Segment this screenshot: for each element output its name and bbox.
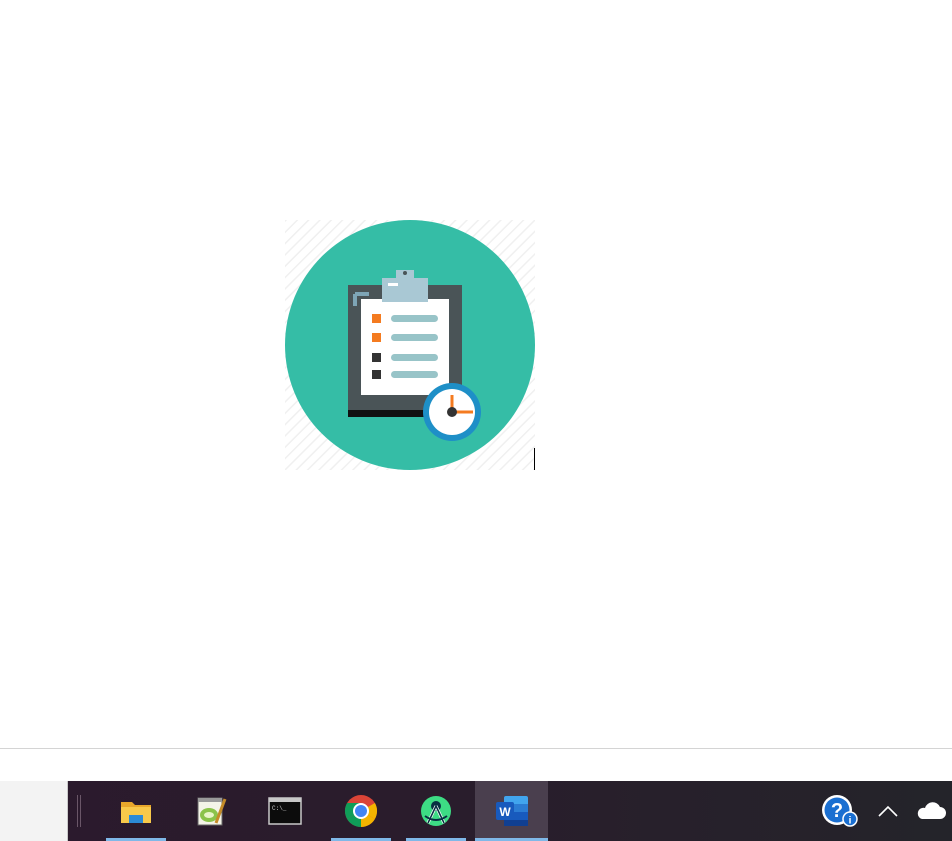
terminal-glyph: C:\_ [272, 805, 287, 812]
android-studio-icon [421, 796, 451, 826]
tray-overflow-button[interactable] [866, 781, 910, 841]
word-status-bar [0, 748, 952, 782]
help-info-icon: ? i [822, 795, 858, 827]
notepad-plus-icon [197, 797, 227, 826]
terminal-icon: C:\_ [268, 797, 302, 825]
tray-onedrive-button[interactable] [914, 781, 952, 841]
taskbar-word[interactable]: W [475, 781, 548, 841]
windows-taskbar: C:\_ W ? i [0, 781, 952, 841]
chevron-up-icon [878, 805, 898, 817]
taskbar-file-explorer[interactable] [106, 781, 166, 841]
taskbar-search-box[interactable] [0, 781, 68, 841]
word-icon: W [495, 796, 528, 826]
taskbar-android-studio[interactable] [406, 781, 466, 841]
taskbar-chrome[interactable] [331, 781, 391, 841]
clipboard-checklist-image[interactable] [285, 220, 535, 470]
onedrive-cloud-icon [917, 802, 946, 819]
document-canvas[interactable] [0, 0, 952, 748]
taskbar-command-prompt[interactable]: C:\_ [255, 781, 315, 841]
taskbar-notepad-plus[interactable] [181, 781, 241, 841]
svg-text:i: i [849, 816, 852, 827]
chrome-icon [344, 795, 378, 828]
word-letter: W [499, 805, 511, 819]
svg-text:?: ? [831, 800, 843, 822]
taskbar-gripper[interactable] [77, 795, 82, 827]
text-cursor [534, 448, 535, 470]
folder-icon [121, 802, 151, 823]
clock-icon [423, 383, 481, 441]
tray-help-button[interactable]: ? i [818, 781, 862, 841]
